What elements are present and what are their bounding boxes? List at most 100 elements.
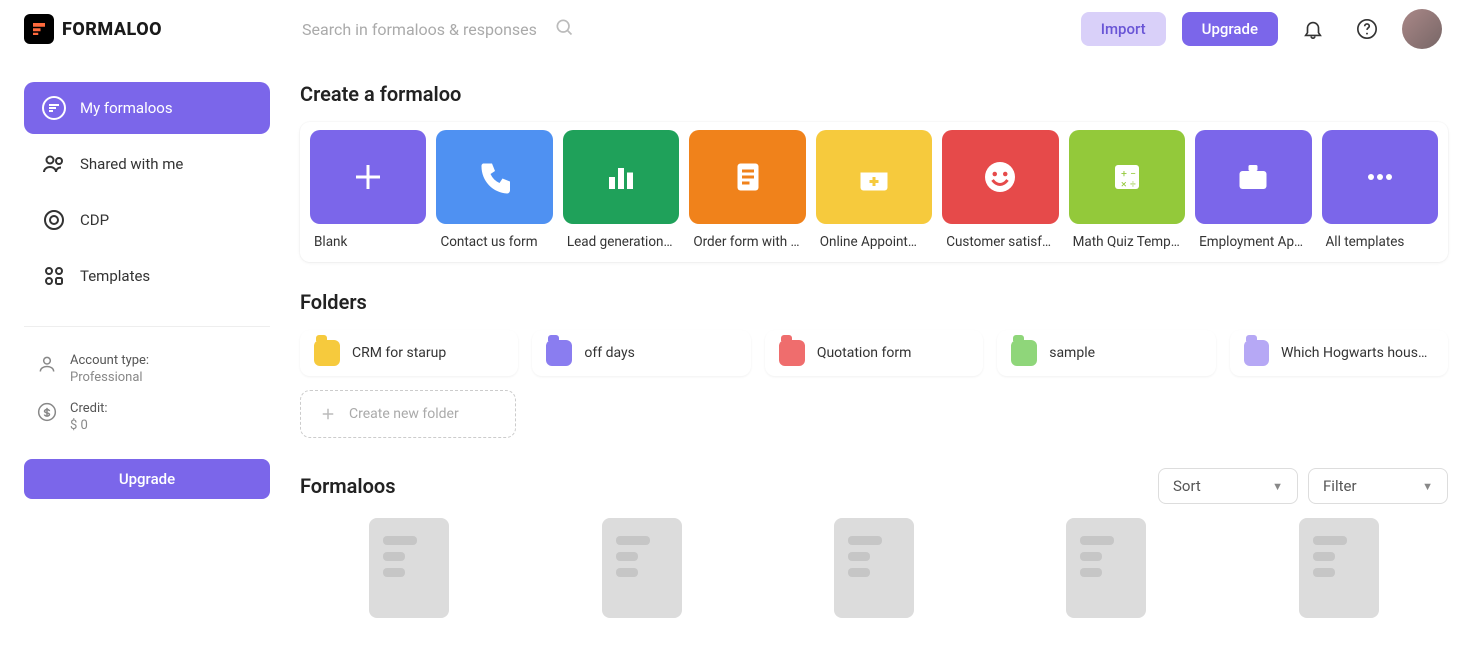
folder-label: sample (1049, 345, 1095, 361)
sidebar-item-label: CDP (80, 211, 109, 229)
template-card[interactable]: Blank (310, 130, 426, 256)
template-card[interactable]: Customer satisfa… (942, 130, 1058, 256)
sidebar-item-label: Templates (80, 267, 150, 285)
credit: Credit: $ 0 (24, 393, 270, 441)
folder-label: off days (584, 345, 634, 361)
target-icon (42, 208, 66, 232)
template-label: Lead generation … (563, 234, 679, 256)
search-wrap (300, 14, 580, 45)
template-card[interactable]: Online Appointm… (816, 130, 932, 256)
topbar: FORMALOO Import Upgrade (0, 0, 1466, 58)
logo-text: FORMALOO (62, 19, 162, 40)
folder-icon (779, 340, 805, 366)
template-card[interactable]: Lead generation … (563, 130, 679, 256)
folder-card[interactable]: CRM for starup (300, 330, 518, 376)
credit-value: $ 0 (70, 418, 108, 433)
template-card[interactable]: Contact us form (436, 130, 552, 256)
upgrade-top-button[interactable]: Upgrade (1182, 12, 1278, 46)
dots-icon (1322, 130, 1438, 224)
phone-icon (436, 130, 552, 224)
folders-title: Folders (300, 290, 1448, 314)
search-input[interactable] (300, 14, 580, 45)
formaloo-card[interactable] (300, 518, 518, 618)
main: Create a formaloo Blank Contact us form … (284, 58, 1466, 672)
dollar-icon (36, 401, 58, 423)
template-label: Employment App… (1195, 234, 1311, 256)
document-icon (602, 518, 682, 618)
template-label: Online Appointm… (816, 234, 932, 256)
chevron-down-icon: ▼ (1272, 480, 1283, 493)
folder-icon (1011, 340, 1037, 366)
document-icon (1299, 518, 1379, 618)
template-label: Contact us form (436, 234, 552, 256)
template-label: All templates (1322, 234, 1438, 256)
document-icon (1066, 518, 1146, 618)
create-folder-label: Create new folder (349, 406, 459, 422)
chevron-down-icon: ▼ (1422, 480, 1433, 493)
grid-icon (42, 264, 66, 288)
template-label: Blank (310, 234, 426, 256)
sidebar-item-templates[interactable]: Templates (24, 250, 270, 302)
create-folder-button[interactable]: Create new folder (300, 390, 516, 438)
template-label: Order form with … (689, 234, 805, 256)
bars-icon (563, 130, 679, 224)
template-card[interactable]: Employment App… (1195, 130, 1311, 256)
briefcase-icon (1195, 130, 1311, 224)
template-card[interactable]: All templates (1322, 130, 1438, 256)
folder-card[interactable]: Which Hogwarts house … (1230, 330, 1448, 376)
sidebar-item-cdp[interactable]: CDP (24, 194, 270, 246)
template-label: Math Quiz Templ… (1069, 234, 1185, 256)
folder-icon (546, 340, 572, 366)
template-card[interactable]: Order form with … (689, 130, 805, 256)
sidebar-item-label: Shared with me (80, 155, 183, 173)
svg-text:÷: ÷ (1130, 178, 1136, 191)
sidebar-item-shared[interactable]: Shared with me (24, 138, 270, 190)
filter-select[interactable]: Filter ▼ (1308, 468, 1448, 504)
notifications-icon[interactable] (1294, 10, 1332, 48)
filter-label: Filter (1323, 477, 1357, 495)
formaloo-card[interactable] (1230, 518, 1448, 618)
formaloos-title: Formaloos (300, 474, 396, 498)
account-type: Account type: Professional (24, 345, 270, 393)
formaloo-card[interactable] (765, 518, 983, 618)
account-type-value: Professional (70, 370, 149, 385)
sort-select[interactable]: Sort ▼ (1158, 468, 1298, 504)
create-title: Create a formaloo (300, 82, 1448, 106)
document-icon (834, 518, 914, 618)
folder-icon (1244, 340, 1269, 366)
people-icon (42, 152, 66, 176)
order-icon (689, 130, 805, 224)
folder-label: Which Hogwarts house … (1281, 345, 1434, 361)
folder-card[interactable]: Quotation form (765, 330, 983, 376)
folder-card[interactable]: off days (532, 330, 750, 376)
sidebar-item-my-formaloos[interactable]: My formaloos (24, 82, 270, 134)
svg-text:×: × (1121, 178, 1127, 191)
calendar-icon (816, 130, 932, 224)
list-icon (42, 96, 66, 120)
folder-label: Quotation form (817, 345, 912, 361)
user-icon (36, 353, 58, 375)
sidebar-item-label: My formaloos (80, 99, 173, 117)
folder-icon (314, 340, 340, 366)
calc-icon: +−×÷ (1069, 130, 1185, 224)
folder-label: CRM for starup (352, 345, 446, 361)
folder-card[interactable]: sample (997, 330, 1215, 376)
smile-icon (942, 130, 1058, 224)
search-icon (554, 17, 574, 41)
plus-icon (310, 130, 426, 224)
avatar[interactable] (1402, 9, 1442, 49)
account-type-label: Account type: (70, 353, 149, 368)
formaloo-card[interactable] (997, 518, 1215, 618)
help-icon[interactable] (1348, 10, 1386, 48)
sidebar: My formaloos Shared with me CDP (0, 58, 284, 672)
sort-label: Sort (1173, 477, 1201, 495)
logo-mark-icon (24, 14, 54, 44)
template-card[interactable]: +−×÷ Math Quiz Templ… (1069, 130, 1185, 256)
logo[interactable]: FORMALOO (24, 14, 284, 44)
upgrade-side-button[interactable]: Upgrade (24, 459, 270, 499)
formaloo-card[interactable] (532, 518, 750, 618)
credit-label: Credit: (70, 401, 108, 416)
document-icon (369, 518, 449, 618)
import-button[interactable]: Import (1081, 12, 1166, 46)
template-label: Customer satisfa… (942, 234, 1058, 256)
